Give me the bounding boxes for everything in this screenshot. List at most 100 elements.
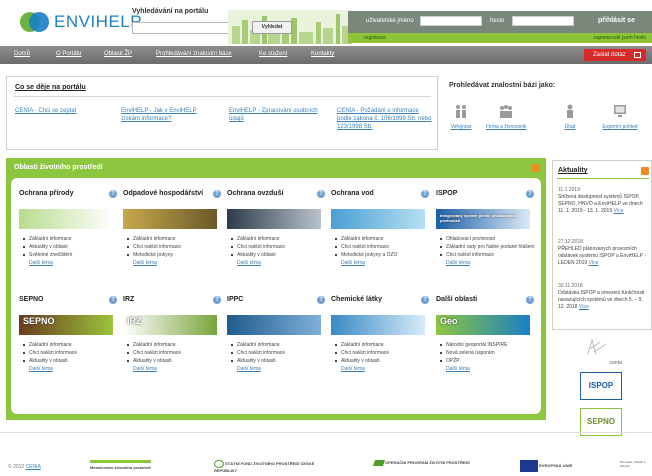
help-icon[interactable]: ?	[421, 296, 429, 304]
rss-icon[interactable]	[641, 167, 649, 175]
news-more-link[interactable]: Více	[579, 304, 589, 310]
area-more-link[interactable]: Další téma	[23, 259, 115, 267]
help-icon[interactable]: ?	[109, 190, 117, 198]
area-link[interactable]: OPŽP	[440, 357, 532, 365]
area-banner-image[interactable]	[331, 209, 425, 229]
area-banner-image[interactable]	[227, 209, 321, 229]
kb-expert[interactable]: Expertní pohled	[600, 104, 640, 130]
news-more-link[interactable]: Více	[589, 260, 599, 266]
area-title[interactable]: Ochrana vod	[331, 190, 419, 198]
area-title[interactable]: SEPNO	[19, 296, 107, 304]
area-link[interactable]: Základní informace	[231, 341, 323, 349]
area-title[interactable]: Ochrana přírody	[19, 190, 107, 198]
search-button[interactable]: Vyhledat	[252, 21, 292, 34]
area-title[interactable]: Chemické látky	[331, 296, 419, 304]
area-more-link[interactable]: Další téma	[127, 259, 219, 267]
footer-logo-mzp[interactable]: Ministerstvo životního prostředí	[90, 460, 151, 470]
area-title[interactable]: Ochrana ovzduší	[227, 190, 315, 198]
news-link-2[interactable]: EnviHELP - Jak v EnviHELP získám informa…	[121, 107, 217, 123]
area-link[interactable]: Nová zelená úsporám	[440, 349, 532, 357]
area-more-link[interactable]: Další téma	[127, 365, 219, 373]
area-link[interactable]: Chci nalézt informace	[127, 243, 219, 251]
area-link[interactable]: Ohlašovací povinnosti	[440, 235, 532, 243]
portal-news-title[interactable]: Co se děje na portálu	[15, 84, 86, 91]
username-input[interactable]	[420, 16, 482, 26]
register-link[interactable]: registrace	[364, 35, 386, 41]
area-link[interactable]: Aktuality v oblasti	[231, 357, 323, 365]
news-column-title[interactable]: Aktuality	[558, 167, 588, 174]
area-title[interactable]: Odpadové hospodářství	[123, 190, 211, 198]
area-title[interactable]: ISPOP	[436, 190, 524, 198]
news-more-link[interactable]: Více	[614, 208, 624, 214]
help-icon[interactable]: ?	[109, 296, 117, 304]
nav-item-areas[interactable]: Oblasti ŽP	[104, 51, 132, 57]
area-link[interactable]: Základní informace	[335, 341, 427, 349]
help-icon[interactable]: ?	[317, 296, 325, 304]
news-link-3[interactable]: EnviHELP - Zpracování osobních údajů	[229, 107, 319, 123]
area-link[interactable]: Chci nalézt informace	[335, 243, 427, 251]
area-link[interactable]: Aktuality v oblasti	[335, 357, 427, 365]
footer-logo-sfzp[interactable]: STÁTNÍ FOND ŽIVOTNÍHO PROSTŘEDÍ ČESKÉ RE…	[214, 460, 338, 473]
area-banner-image[interactable]	[227, 315, 321, 335]
login-button[interactable]: přihlásit se	[598, 17, 635, 24]
area-more-link[interactable]: Další téma	[440, 365, 532, 373]
area-link[interactable]: Základní informace	[23, 235, 115, 243]
area-more-link[interactable]: Další téma	[231, 259, 323, 267]
area-banner-image[interactable]: Integrovaný systém plnění ohlašovacích p…	[436, 209, 530, 229]
area-link[interactable]: Chci nalézt informace	[231, 243, 323, 251]
area-link[interactable]: Základní informace	[335, 235, 427, 243]
area-link[interactable]: Metodické pokyny	[127, 251, 219, 259]
area-link[interactable]: Aktuality v oblasti	[127, 357, 219, 365]
nav-item-about[interactable]: O Portálu	[56, 51, 81, 57]
envihelp-logo[interactable]: ENVIHELP	[20, 12, 142, 32]
news-link-4[interactable]: CENIA - Požádání o informace podle zákon…	[337, 107, 433, 131]
area-title[interactable]: Další oblasti	[436, 296, 524, 304]
nav-item-contacts[interactable]: Kontakty	[311, 51, 334, 57]
area-link[interactable]: Chci nalézt informace	[440, 251, 532, 259]
area-link[interactable]: Aktuality v oblasti	[23, 357, 115, 365]
area-banner-image[interactable]: SEPNO	[19, 315, 113, 335]
area-title[interactable]: IPPC	[227, 296, 315, 304]
kb-office[interactable]: Úřad	[550, 104, 590, 130]
area-banner-image[interactable]: Geo	[436, 315, 530, 335]
area-banner-image[interactable]: IRZ	[123, 315, 217, 335]
kb-public[interactable]: Veřejnost	[441, 104, 481, 130]
nav-item-downloads[interactable]: Ke stažení	[259, 51, 287, 57]
area-link[interactable]: Základní informace	[127, 235, 219, 243]
cenia-logo[interactable]: cenia	[580, 336, 622, 366]
help-icon[interactable]: ?	[213, 296, 221, 304]
area-link[interactable]: Chci nalézt informace	[127, 349, 219, 357]
area-link[interactable]: Základní informace	[127, 341, 219, 349]
area-banner-image[interactable]	[123, 209, 217, 229]
area-link[interactable]: Národní geoportál INSPIRE	[440, 341, 532, 349]
ispop-logo[interactable]: ISPOP	[580, 372, 622, 400]
area-link[interactable]: Chci nalézt informace	[231, 349, 323, 357]
area-link[interactable]: Chci nalézt informace	[335, 349, 427, 357]
area-more-link[interactable]: Další téma	[440, 259, 532, 267]
area-more-link[interactable]: Další téma	[335, 365, 427, 373]
area-link[interactable]: Základní rady pro řádné podané hlášení	[440, 243, 535, 251]
help-icon[interactable]: ?	[526, 190, 534, 198]
kb-business[interactable]: Firma a živnostník	[486, 104, 527, 130]
area-banner-image[interactable]	[331, 315, 425, 335]
news-link-1[interactable]: CENIA - Chci se zeptat	[15, 107, 105, 115]
footer-logo-eu[interactable]: EVROPSKÁ UNIE	[520, 460, 572, 472]
forgot-password-link[interactable]: zapomenuté jsem heslo	[593, 35, 646, 41]
footer-logo-opzp[interactable]: OPERAČNÍ PROGRAM ŽIVOTNÍ PROSTŘEDÍ	[372, 460, 470, 466]
area-link[interactable]: Aktuality v oblasti	[23, 243, 115, 251]
cenia-footer-link[interactable]: CENIA	[26, 464, 41, 470]
area-more-link[interactable]: Další téma	[231, 365, 323, 373]
help-icon[interactable]: ?	[317, 190, 325, 198]
help-icon[interactable]: ?	[526, 296, 534, 304]
area-more-link[interactable]: Další téma	[335, 259, 427, 267]
area-link[interactable]: Metodické pokyny a OZO	[335, 251, 427, 259]
area-link[interactable]: Světelné znečištění	[23, 251, 115, 259]
area-banner-image[interactable]	[19, 209, 113, 229]
area-link[interactable]: Základní informace	[231, 235, 323, 243]
area-link[interactable]: Základní informace	[23, 341, 115, 349]
password-input[interactable]	[512, 16, 574, 26]
area-more-link[interactable]: Další téma	[23, 365, 115, 373]
help-icon[interactable]: ?	[213, 190, 221, 198]
area-link[interactable]: Aktuality v oblasti	[231, 251, 323, 259]
area-title[interactable]: IRZ	[123, 296, 211, 304]
